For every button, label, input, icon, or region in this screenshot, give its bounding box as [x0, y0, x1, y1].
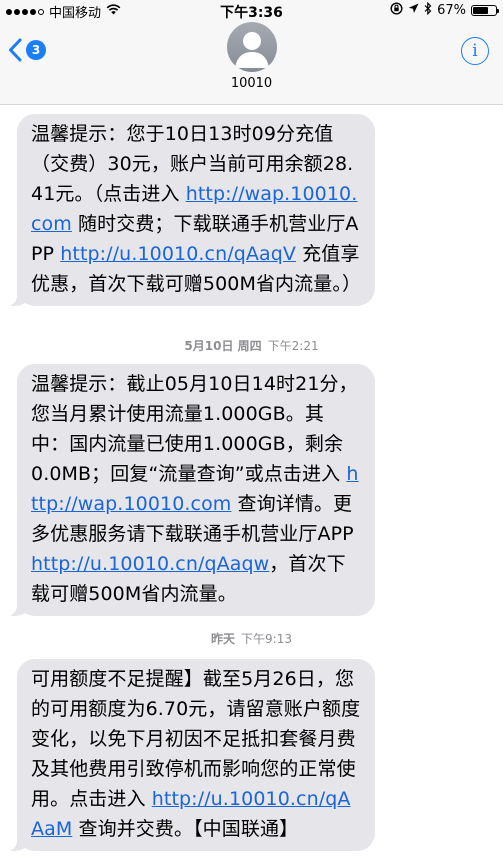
message-link[interactable]: http://u.10010.cn/qAaqV	[60, 243, 296, 265]
bluetooth-icon	[424, 1, 432, 19]
timestamp-time: 下午9:13	[241, 632, 292, 646]
timestamp-day: 5月10日 周四	[184, 339, 262, 353]
status-bar: 中国移动 下午3:36 67%	[0, 0, 503, 21]
message-text: 可用额度不足提醒】截至5月26日，您的可用额度为6.70元，请留意账户额度变化，…	[31, 668, 360, 840]
message-text-segment: 查询并交费。【中国联通】	[72, 818, 299, 840]
person-icon	[235, 32, 269, 68]
messages-screen: 中国移动 下午3:36 67% 3 10010 i 温馨提示：您于10日13时0…	[0, 0, 503, 868]
battery-icon	[471, 5, 499, 16]
bubble-tail	[3, 286, 31, 306]
orientation-lock-icon	[390, 2, 403, 19]
conversation-header: 中国移动 下午3:36 67% 3 10010 i	[0, 0, 503, 105]
message-timestamp: 5月10日 周四 下午2:21	[0, 337, 503, 354]
contact-avatar[interactable]	[227, 22, 277, 72]
unread-count-badge: 3	[26, 40, 46, 60]
message-text: 温馨提示：您于10日13时09分充值（交费）30元，账户当前可用余额28.41元…	[31, 123, 361, 295]
message-timestamp: 昨天 下午9:13	[0, 630, 503, 647]
timestamp-day: 昨天	[211, 632, 236, 646]
message-text-segment: 温馨提示：截止05月10日14时21分，您当月累计使用流量1.000GB。其中：…	[31, 373, 358, 485]
message-text: 温馨提示：截止05月10日14时21分，您当月累计使用流量1.000GB。其中：…	[31, 373, 359, 605]
message-link[interactable]: http://u.10010.cn/qAaqw	[31, 553, 269, 575]
battery-percent: 67%	[437, 3, 466, 18]
battery-level	[473, 7, 488, 14]
back-button[interactable]: 3	[8, 38, 46, 62]
bubble-tail	[3, 831, 31, 851]
message-bubble[interactable]: 可用额度不足提醒】截至5月26日，您的可用额度为6.70元，请留意账户额度变化，…	[3, 659, 375, 851]
message-bubble[interactable]: 温馨提示：截止05月10日14时21分，您当月累计使用流量1.000GB。其中：…	[3, 364, 375, 616]
timestamp-time: 下午2:21	[267, 339, 319, 353]
message-bubble[interactable]: 温馨提示：您于10日13时09分充值（交费）30元，账户当前可用余额28.41元…	[3, 114, 375, 306]
location-icon	[408, 3, 419, 18]
bubble-tail	[3, 596, 31, 616]
chevron-left-icon	[8, 38, 22, 62]
info-button[interactable]: i	[461, 37, 489, 65]
contact-name[interactable]: 10010	[0, 76, 503, 91]
